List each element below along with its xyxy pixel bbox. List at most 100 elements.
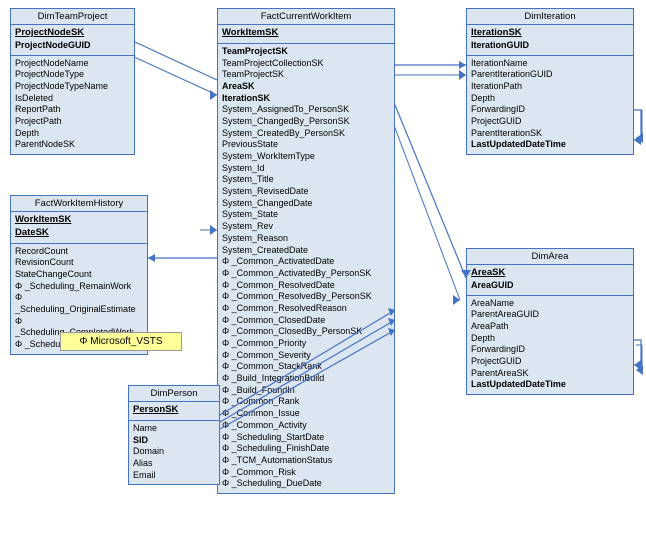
fcwi-f24: Φ _Common_ClosedDate <box>222 315 390 327</box>
factworkitemhistory-pk-section: WorkItemSK DateSK <box>11 212 147 244</box>
dimteamproject-f7: ProjectPath <box>15 116 130 128</box>
fcwi-f26: Φ _Common_Priority <box>222 338 390 350</box>
dimteamproject-f1: ProjectNodeGUID <box>15 40 130 52</box>
dimperson-title: DimPerson <box>129 386 219 402</box>
fcwi-f38: Φ _Scheduling_DueDate <box>222 478 390 490</box>
dimarea-pk-section: AreaSK AreaGUID <box>467 265 633 296</box>
dimiteration-f5: Depth <box>471 93 629 105</box>
fwih-f4: Φ _Scheduling_RemainWork <box>15 281 143 293</box>
factworkitemhistory-pk1: WorkItemSK <box>15 214 143 227</box>
fcwi-f11: System_Id <box>222 163 390 175</box>
dimteamproject-f3: ProjectNodeType <box>15 69 130 81</box>
dimarea-f9: LastUpdatedDateTime <box>471 379 629 391</box>
dimperson-fields: Name SID Domain Alias Email <box>129 421 219 484</box>
dimteamproject-fields: ProjectNodeName ProjectNodeType ProjectN… <box>11 56 134 155</box>
fcwi-f20: Φ _Common_ActivatedBy_PersonSK <box>222 268 390 280</box>
fcwi-f32: Φ _Common_Issue <box>222 408 390 420</box>
fcwi-f13: System_RevisedDate <box>222 186 390 198</box>
fcwi-f25: Φ _Common_ClosedBy_PersonSK <box>222 326 390 338</box>
microsoft-vsts-box: Φ Microsoft_VSTS <box>60 332 182 351</box>
dimperson-pk-section: PersonSK <box>129 402 219 421</box>
factworkitemhistory-pk2: DateSK <box>15 227 143 240</box>
dimperson-pk1: PersonSK <box>133 404 215 417</box>
fcwi-f10: System_WorkItemType <box>222 151 390 163</box>
dimteamproject-f4: ProjectNodeTypeName <box>15 81 130 93</box>
dimarea-f6: ForwardingID <box>471 344 629 356</box>
dimiteration-pk1: IterationSK <box>471 27 629 40</box>
fcwi-f9: PreviousState <box>222 139 390 151</box>
dimteamproject-pk-section: ProjectNodeSK ProjectNodeGUID <box>11 25 134 56</box>
dimarea-title: DimArea <box>467 249 633 265</box>
fcwi-f2: TeamProjectCollectionSK <box>222 58 390 70</box>
fcwi-f37: Φ _Common_Risk <box>222 467 390 479</box>
fcwi-f21: Φ _Common_ResolvedDate <box>222 280 390 292</box>
factcurrentworkitem-pk-section: WorkItemSK <box>218 25 394 44</box>
fcwi-f19: Φ _Common_ActivatedDate <box>222 256 390 268</box>
dimperson-f3: Domain <box>133 446 215 458</box>
dimiteration-f9: LastUpdatedDateTime <box>471 139 629 151</box>
dimteamproject-title: DimTeamProject <box>11 9 134 25</box>
fcwi-f8: System_CreatedBy_PersonSK <box>222 128 390 140</box>
dimperson-f5: Email <box>133 470 215 482</box>
fwih-f2: RevisionCount <box>15 257 143 269</box>
fcwi-f30: Φ _Build_FoundIn <box>222 385 390 397</box>
dimarea-fields: AreaName ParentAreaGUID AreaPath Depth F… <box>467 296 633 395</box>
fcwi-f6: System_AssignedTo_PersonSK <box>222 104 390 116</box>
dimiteration-f1: IterationGUID <box>471 40 629 52</box>
dimperson-f4: Alias <box>133 458 215 470</box>
fcwi-f1: TeamProjectSK <box>222 46 390 58</box>
dimarea-f7: ProjectGUID <box>471 356 629 368</box>
fcwi-f7: System_ChangedBy_PersonSK <box>222 116 390 128</box>
dimperson-f2: SID <box>133 435 215 447</box>
dimteamproject-f2: ProjectNodeName <box>15 58 130 70</box>
dimarea-f2: AreaName <box>471 298 629 310</box>
dimiteration-pk-section: IterationSK IterationGUID <box>467 25 633 56</box>
dimteamproject-f9: ParentNodeSK <box>15 139 130 151</box>
fcwi-f4: AreaSK <box>222 81 390 93</box>
table-dimarea: DimArea AreaSK AreaGUID AreaName ParentA… <box>466 248 634 395</box>
dimiteration-f6: ForwardingID <box>471 104 629 116</box>
dimiteration-f7: ProjectGUID <box>471 116 629 128</box>
dimiteration-fields: IterationName ParentIterationGUID Iterat… <box>467 56 633 155</box>
microsoft-vsts-label: Φ Microsoft_VSTS <box>80 336 163 347</box>
dimiteration-f3: ParentIterationGUID <box>471 69 629 81</box>
factworkitemhistory-title: FactWorkItemHistory <box>11 196 147 212</box>
fcwi-f36: Φ _TCM_AutomationStatus <box>222 455 390 467</box>
factcurrentworkitem-title: FactCurrentWorkItem <box>218 9 394 25</box>
dimiteration-f8: ParentIterationSK <box>471 128 629 140</box>
fwih-f5: Φ _Scheduling_OriginalEstimate <box>15 292 143 315</box>
dimarea-f4: AreaPath <box>471 321 629 333</box>
fcwi-f22: Φ _Common_ResolvedBy_PersonSK <box>222 291 390 303</box>
dimteamproject-f8: Depth <box>15 128 130 140</box>
dimarea-f3: ParentAreaGUID <box>471 309 629 321</box>
dimiteration-f2: IterationName <box>471 58 629 70</box>
fcwi-f27: Φ _Common_Severity <box>222 350 390 362</box>
fcwi-f33: Φ _Common_Activity <box>222 420 390 432</box>
dimarea-f5: Depth <box>471 333 629 345</box>
factcurrentworkitem-pk1: WorkItemSK <box>222 27 390 40</box>
dimteamproject-f6: ReportPath <box>15 104 130 116</box>
fcwi-f12: System_Title <box>222 174 390 186</box>
dimteamproject-pk1: ProjectNodeSK <box>15 27 130 40</box>
fwih-f3: StateChangeCount <box>15 269 143 281</box>
fcwi-f16: System_Rev <box>222 221 390 233</box>
fcwi-f23: Φ _Common_ResolvedReason <box>222 303 390 315</box>
fwih-f1: RecordCount <box>15 246 143 258</box>
table-dimteamproject: DimTeamProject ProjectNodeSK ProjectNode… <box>10 8 135 155</box>
dimperson-f1: Name <box>133 423 215 435</box>
table-factcurrentworkitem: FactCurrentWorkItem WorkItemSK TeamProje… <box>217 8 395 494</box>
fcwi-f29: Φ _Build_IntegrationBuild <box>222 373 390 385</box>
table-dimiteration: DimIteration IterationSK IterationGUID I… <box>466 8 634 155</box>
dimteamproject-f5: IsDeleted <box>15 93 130 105</box>
dimiteration-f4: IterationPath <box>471 81 629 93</box>
fcwi-f31: Φ _Common_Rank <box>222 396 390 408</box>
fcwi-f15: System_State <box>222 209 390 221</box>
table-factworkitemhistory: FactWorkItemHistory WorkItemSK DateSK Re… <box>10 195 148 355</box>
dimiteration-title: DimIteration <box>467 9 633 25</box>
dimarea-f8: ParentAreaSK <box>471 368 629 380</box>
dimarea-pk1: AreaSK <box>471 267 629 280</box>
fcwi-f35: Φ _Scheduling_FinishDate <box>222 443 390 455</box>
table-dimperson: DimPerson PersonSK Name SID Domain Alias… <box>128 385 220 485</box>
fcwi-f14: System_ChangedDate <box>222 198 390 210</box>
fcwi-f5: IterationSK <box>222 93 390 105</box>
